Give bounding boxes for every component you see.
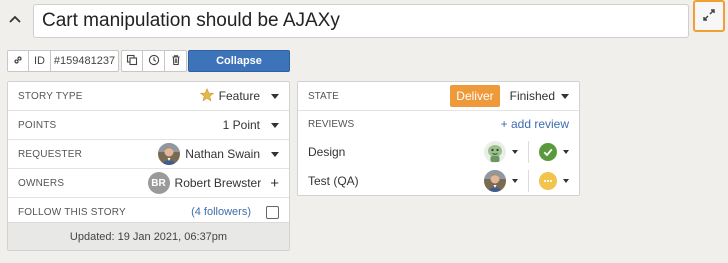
copy-id-button[interactable]: ID	[29, 50, 51, 72]
trash-icon	[170, 54, 182, 69]
expand-button[interactable]	[693, 0, 725, 32]
review-divider	[528, 170, 529, 192]
points-value: 1 Point	[222, 118, 260, 132]
caret-down-icon	[512, 179, 518, 183]
story-id: #159481237	[53, 55, 116, 67]
add-owner-button[interactable]: +	[270, 175, 279, 192]
caret-down-icon	[512, 150, 518, 154]
delete-button[interactable]	[165, 50, 187, 72]
id-label: ID	[34, 55, 45, 67]
follow-checkbox[interactable]	[266, 205, 279, 219]
story-type-label: STORY TYPE	[18, 90, 83, 102]
story-details-panel: STORY TYPE Feature POINTS 1 Point REQUES…	[7, 81, 290, 251]
caret-down-icon	[271, 93, 279, 99]
points-row[interactable]: POINTS 1 Point	[8, 111, 289, 140]
pending-icon	[539, 172, 557, 190]
requester-row[interactable]: REQUESTER Nathan Swain	[8, 140, 289, 169]
updated-timestamp: Updated: 19 Jan 2021, 06:37pm	[8, 222, 289, 250]
review-status-dropdown[interactable]	[539, 143, 569, 161]
followers-link[interactable]: (4 followers)	[191, 206, 251, 218]
caret-down-icon	[271, 151, 279, 157]
story-id-field[interactable]: #159481237	[51, 50, 119, 72]
caret-down-icon	[563, 150, 569, 154]
star-icon	[199, 87, 214, 105]
state-dropdown[interactable]: Finished	[510, 89, 569, 103]
reviewer-dropdown[interactable]	[484, 141, 518, 163]
requester-label: REQUESTER	[18, 148, 83, 160]
add-review-link[interactable]: + add review	[501, 117, 569, 131]
review-row-test-qa: Test (QA)	[298, 167, 579, 195]
owner-name: Robert Brewster	[174, 176, 262, 190]
story-title: Cart manipulation should be AJAXy	[42, 10, 340, 31]
story-type-row[interactable]: STORY TYPE Feature	[8, 82, 289, 111]
points-dropdown[interactable]: 1 Point	[223, 118, 279, 132]
chevron-up-icon	[9, 12, 21, 26]
history-button[interactable]	[143, 50, 165, 72]
copy-link-button[interactable]	[7, 50, 29, 72]
caret-down-icon	[561, 93, 569, 99]
deliver-button[interactable]: Deliver	[450, 85, 500, 107]
requester-name: Nathan Swain	[185, 147, 260, 161]
reviewer-avatar	[484, 170, 506, 192]
owner-entry[interactable]: BR Robert Brewster +	[147, 172, 279, 194]
link-icon	[12, 54, 24, 69]
review-name: Design	[308, 145, 346, 159]
collapse-details-chevron[interactable]	[6, 10, 24, 28]
reviews-header: REVIEWS + add review	[298, 112, 579, 136]
requester-avatar	[158, 143, 181, 165]
clone-button[interactable]	[121, 50, 143, 72]
owners-row: OWNERS BR Robert Brewster +	[8, 169, 289, 198]
expand-icon	[701, 7, 717, 26]
reviews-label: REVIEWS	[308, 118, 355, 130]
state-value: Finished	[509, 89, 555, 103]
owners-label: OWNERS	[18, 177, 65, 189]
review-row-design: Design	[298, 138, 579, 166]
story-id-group: ID #159481237	[7, 50, 119, 72]
review-name: Test (QA)	[308, 174, 359, 188]
story-actions-group	[121, 50, 187, 72]
review-divider	[528, 141, 529, 163]
follow-label: FOLLOW THIS STORY	[18, 206, 126, 218]
points-label: POINTS	[18, 119, 57, 131]
collapse-button-label: Collapse	[216, 55, 262, 67]
owner-avatar: BR	[147, 172, 170, 194]
story-title-input[interactable]: Cart manipulation should be AJAXy	[33, 4, 689, 38]
story-type-dropdown[interactable]: Feature	[199, 87, 279, 105]
state-reviews-panel: STATE Deliver Finished REVIEWS + add rev…	[297, 81, 580, 196]
state-label: STATE	[308, 90, 339, 102]
clone-icon	[126, 54, 138, 69]
check-icon	[539, 143, 557, 161]
story-type-value: Feature	[218, 89, 260, 103]
history-icon	[148, 54, 160, 69]
reviewer-dropdown[interactable]	[484, 170, 518, 192]
review-status-dropdown[interactable]	[539, 172, 569, 190]
caret-down-icon	[563, 179, 569, 183]
follow-controls: (4 followers)	[191, 205, 279, 219]
updated-text: Updated: 19 Jan 2021, 06:37pm	[69, 230, 228, 243]
caret-down-icon	[271, 122, 279, 128]
reviewer-avatar	[484, 141, 506, 163]
collapse-button[interactable]: Collapse	[188, 50, 290, 72]
state-row: STATE Deliver Finished	[298, 82, 579, 111]
requester-dropdown[interactable]: Nathan Swain	[158, 143, 279, 165]
